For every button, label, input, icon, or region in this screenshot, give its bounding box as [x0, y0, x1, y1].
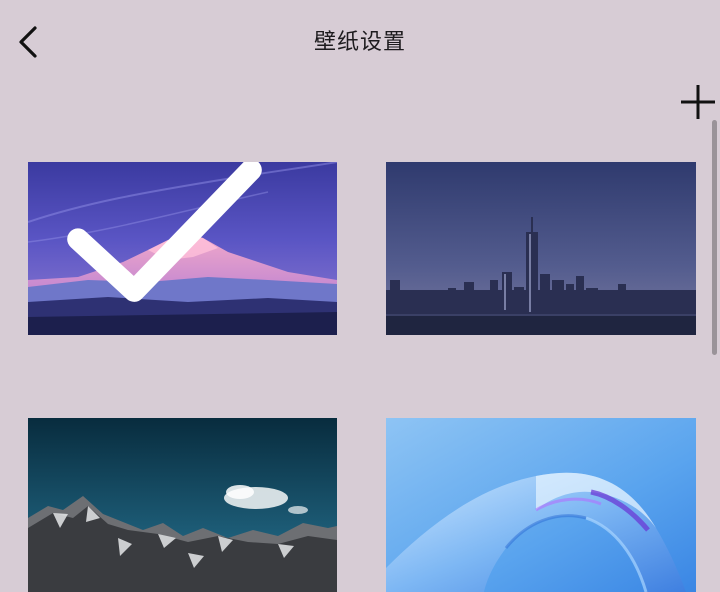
selected-check-icon [67, 162, 262, 302]
wallpaper-settings-screen: 壁纸设置 [0, 0, 720, 592]
plus-icon [681, 85, 715, 119]
wallpaper-thumb-mountain-sunset[interactable] [28, 162, 337, 335]
header: 壁纸设置 [0, 0, 720, 82]
rocky-peaks-image [28, 418, 337, 592]
wallpaper-thumb-city-skyline[interactable] [386, 162, 696, 335]
scrollbar[interactable] [712, 120, 717, 355]
wallpaper-thumb-blue-glass-abstract[interactable] [386, 418, 696, 592]
add-wallpaper-button[interactable] [676, 80, 720, 124]
wallpaper-thumb-rocky-peaks[interactable] [28, 418, 337, 592]
blue-glass-abstract-image [386, 418, 696, 592]
page-title: 壁纸设置 [313, 30, 406, 55]
city-skyline-image [386, 162, 696, 335]
